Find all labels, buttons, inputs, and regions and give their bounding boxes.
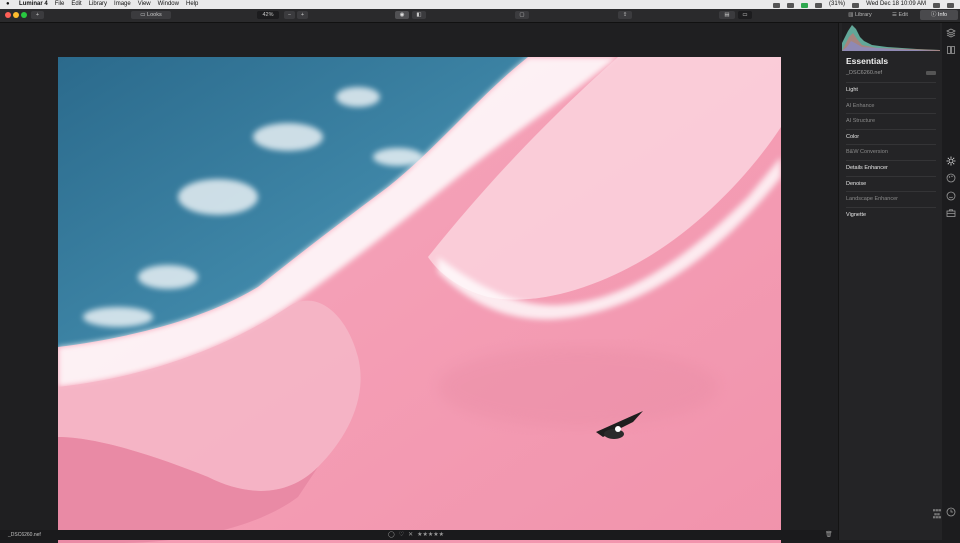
tab-info[interactable]: ⓘ Info: [920, 10, 958, 20]
reject-button[interactable]: ✕: [408, 531, 413, 538]
menu-view[interactable]: View: [138, 0, 151, 9]
battery-percent[interactable]: (31%): [829, 0, 845, 9]
minimize-window-button[interactable]: [13, 12, 19, 18]
trash-icon[interactable]: 🗑: [825, 531, 833, 538]
histogram: [842, 23, 940, 51]
sun-icon[interactable]: [946, 156, 956, 166]
add-images-button[interactable]: +: [31, 11, 44, 19]
single-view-button[interactable]: ▭: [738, 11, 752, 19]
tab-edit-label: Edit: [898, 12, 908, 18]
beach-aerial-photo: [58, 57, 781, 543]
spotlight-icon[interactable]: [933, 3, 940, 8]
tool-landscape-enhancer[interactable]: Landscape Enhancer: [846, 191, 936, 207]
status-wifi-icon[interactable]: [815, 3, 823, 8]
heart-icon[interactable]: ♡: [399, 531, 404, 538]
flag-icon[interactable]: ◯: [388, 531, 395, 538]
crop-icon: ▢: [519, 12, 525, 18]
menu-bar: ● Luminar 4 File Edit Library Image View…: [0, 0, 960, 9]
share-icon: ⇪: [622, 12, 628, 18]
menu-window[interactable]: Window: [158, 0, 179, 9]
tool-denoise[interactable]: Denoise: [846, 175, 936, 192]
looks-label: Looks: [147, 12, 162, 18]
tool-ai-structure[interactable]: AI Structure: [846, 113, 936, 129]
face-icon[interactable]: [946, 191, 956, 201]
menu-image[interactable]: Image: [114, 0, 131, 9]
menu-file[interactable]: File: [55, 0, 65, 9]
status-bar: _DSC6260.nef ◯ ♡ ✕ ★★★★★ 🗑: [0, 530, 838, 540]
panel-filename-text: _DSC6260.nef: [846, 70, 883, 76]
share-button[interactable]: ⇪: [618, 11, 632, 19]
status-flag-icon[interactable]: [852, 3, 860, 8]
tool-ai-enhance[interactable]: AI Enhance: [846, 97, 936, 114]
star-rating[interactable]: ★★★★★: [417, 531, 444, 538]
apple-menu-icon[interactable]: ●: [6, 0, 10, 9]
zoom-window-button[interactable]: [21, 12, 27, 18]
tool-vignette[interactable]: Vignette: [846, 206, 936, 223]
panel-title: Essentials: [846, 56, 889, 66]
image-filename: _DSC6260.nef: [8, 532, 41, 538]
clock-text[interactable]: Wed Dec 18 10:09 AM: [866, 0, 926, 9]
panel-filename: _DSC6260.nef: [846, 70, 936, 79]
filmstrip-toggle-button[interactable]: ▤: [719, 11, 735, 19]
compare-button[interactable]: ◧: [412, 11, 426, 19]
notification-icon[interactable]: [947, 3, 954, 8]
filmstrip-icon: ▤: [724, 12, 730, 18]
tool-list: Light AI Enhance AI Structure Color B&W …: [846, 82, 936, 222]
tab-info-label: Info: [937, 12, 948, 18]
watermark-logo: ▦▦▦ ▦▦ ▦▦▦: [932, 508, 942, 519]
info-icon: ⓘ: [930, 12, 938, 18]
canvas-icon[interactable]: [946, 45, 956, 55]
image-canvas[interactable]: [0, 23, 838, 543]
tool-light[interactable]: Light: [846, 82, 936, 98]
looks-icon: ▭: [140, 12, 148, 18]
palette-icon[interactable]: [946, 173, 956, 183]
eye-icon: ◉: [399, 12, 405, 18]
tab-library[interactable]: ▥ Library: [841, 10, 879, 20]
tool-color[interactable]: Color: [846, 128, 936, 145]
before-after-button[interactable]: ◉: [395, 11, 409, 19]
tool-details-enhancer[interactable]: Details Enhancer: [846, 159, 936, 176]
briefcase-icon[interactable]: [946, 208, 956, 218]
looks-button[interactable]: ▭ Looks: [131, 11, 171, 19]
status-area: (31%) Wed Dec 18 10:09 AM: [773, 0, 954, 9]
status-app-icon[interactable]: [773, 3, 781, 8]
menu-app-name[interactable]: Luminar 4: [19, 0, 48, 9]
compare-icon: ◧: [416, 12, 422, 18]
menu-edit[interactable]: Edit: [71, 0, 81, 9]
single-view-icon: ▭: [742, 12, 748, 18]
edit-panel: Essentials _DSC6260.nef Light AI Enhance…: [838, 23, 943, 540]
library-icon: ▥: [848, 12, 855, 18]
crop-button[interactable]: ▢: [515, 11, 529, 19]
zoom-out-button[interactable]: −: [284, 11, 295, 19]
photo-preview[interactable]: [58, 57, 781, 543]
rating-controls: ◯ ♡ ✕ ★★★★★: [388, 531, 444, 538]
status-dropbox-icon[interactable]: [787, 3, 795, 8]
close-window-button[interactable]: [5, 12, 11, 18]
raw-badge: [926, 71, 936, 75]
status-evernote-icon[interactable]: [801, 3, 809, 8]
tool-bw-conversion[interactable]: B&W Conversion: [846, 144, 936, 160]
zoom-in-button[interactable]: +: [297, 11, 308, 19]
layers-icon[interactable]: [946, 28, 956, 38]
menu-help[interactable]: Help: [186, 0, 198, 9]
tab-edit[interactable]: ☰ Edit: [881, 10, 919, 20]
menu-library[interactable]: Library: [89, 0, 107, 9]
zoom-level-dropdown[interactable]: 42%: [257, 11, 279, 19]
menu-list: Luminar 4 File Edit Library Image View W…: [19, 0, 198, 9]
tab-library-label: Library: [854, 12, 872, 18]
tool-category-rail: [942, 23, 960, 540]
app-toolbar: + ▭ Looks 42% − + ◉ ◧ ▢ ⇪ ▤ ▭ ▥ Library …: [0, 9, 960, 23]
